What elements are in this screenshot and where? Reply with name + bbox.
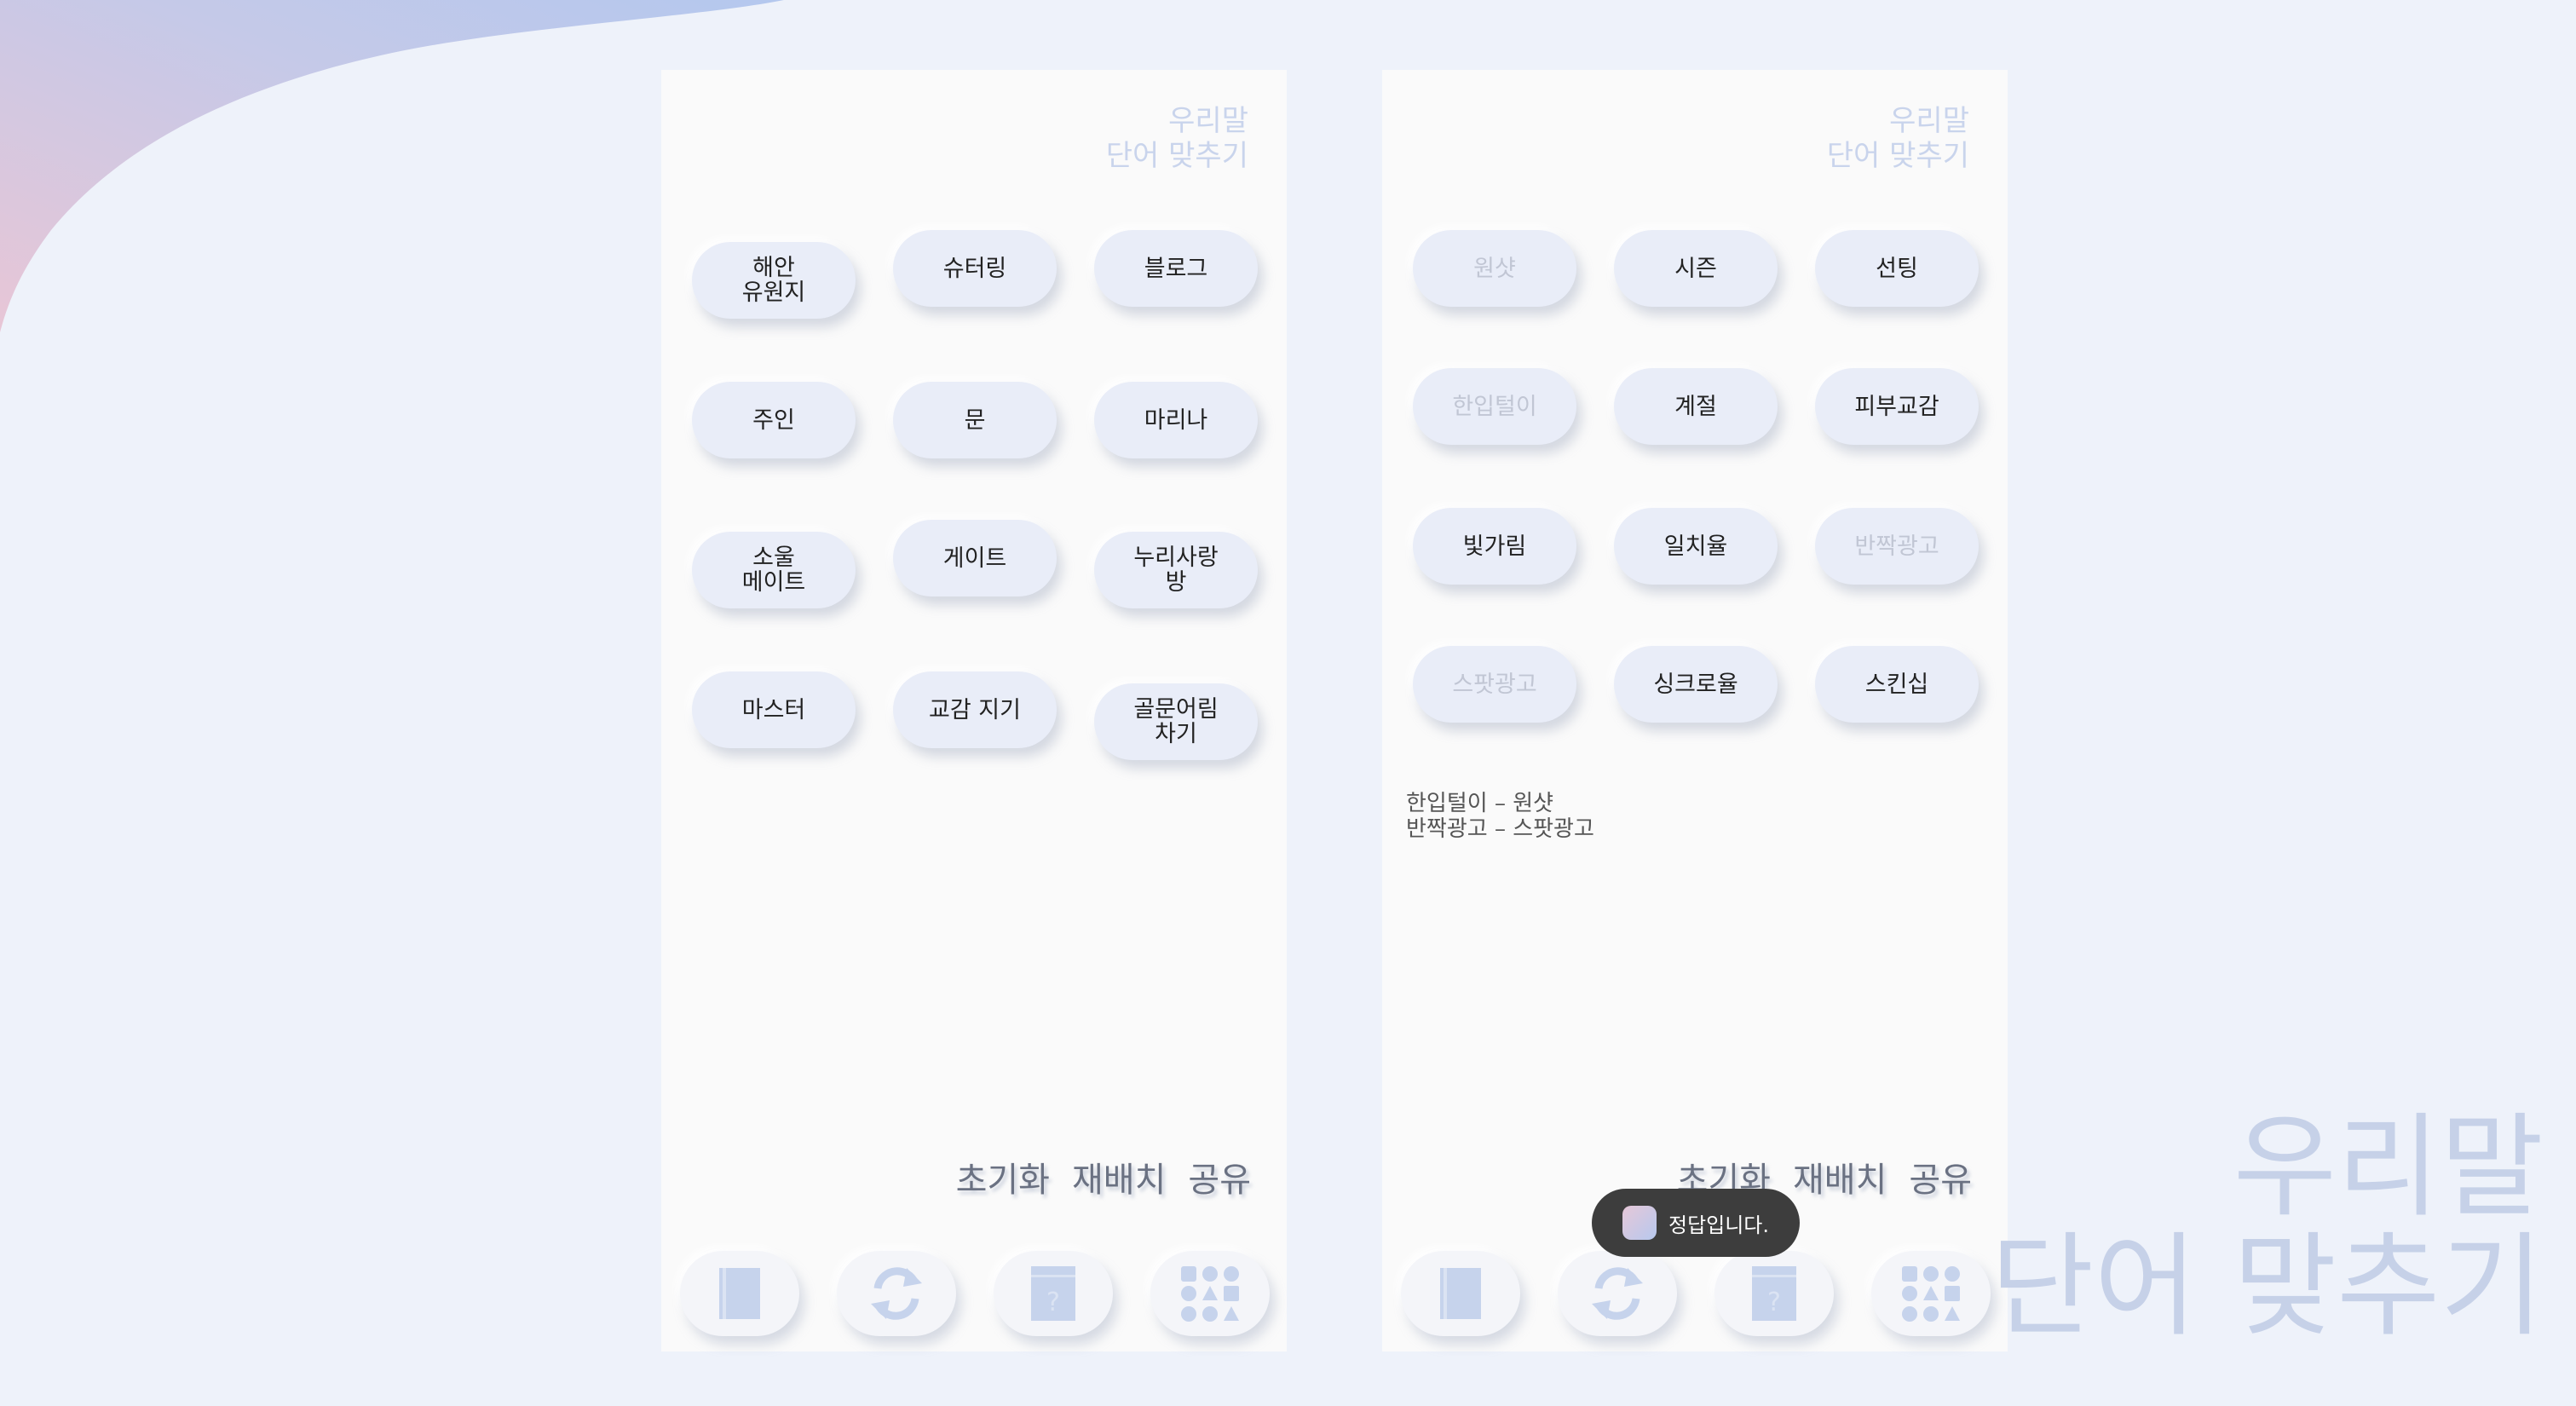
word-tile[interactable]: 스팟광고 <box>1413 646 1576 723</box>
shapes-grid-icon <box>1181 1266 1239 1322</box>
toast-message: 정답입니다. <box>1668 1213 1770 1237</box>
app-title-line1: 우리말 <box>1889 104 1969 138</box>
left-game-screen: 우리말 단어 맞추기 해안 유원지 슈터링 블로그 주인 문 마리나 소울 메이… <box>661 70 1287 1351</box>
help-card-icon: ? <box>1752 1266 1796 1321</box>
promo-title-line2: 단어 맞추기 <box>1990 1221 2544 1352</box>
reset-button[interactable]: 초기화 <box>956 1152 1050 1201</box>
word-tile[interactable]: 누리사랑 방 <box>1094 532 1258 608</box>
word-tile[interactable]: 계절 <box>1614 368 1778 445</box>
app-title: 우리말 단어 맞추기 <box>1106 104 1248 174</box>
app-title-line2: 단어 맞추기 <box>1826 139 1969 173</box>
shuffle-button[interactable]: 재배치 <box>1072 1152 1166 1201</box>
action-bar: 초기화 재배치 공유 <box>956 1152 1251 1201</box>
word-tile[interactable]: 싱크로율 <box>1614 646 1778 723</box>
word-tile[interactable]: 한입털이 <box>1413 368 1576 445</box>
word-tile[interactable]: 스킨십 <box>1815 646 1979 723</box>
word-tile[interactable]: 피부교감 <box>1815 368 1979 445</box>
nav-book-button[interactable] <box>680 1251 799 1336</box>
word-tile[interactable]: 슈터링 <box>893 230 1057 307</box>
word-tile[interactable]: 원샷 <box>1413 230 1576 307</box>
word-tile[interactable]: 빛가림 <box>1413 508 1576 585</box>
share-button[interactable]: 공유 <box>1909 1152 1972 1201</box>
nav-help-button[interactable]: ? <box>994 1251 1113 1336</box>
app-title-line2: 단어 맞추기 <box>1105 139 1248 173</box>
promo-title: 우리말 단어 맞추기 <box>1991 1108 2544 1346</box>
svg-text:?: ? <box>1046 1288 1060 1317</box>
word-tile[interactable]: 마스터 <box>692 671 856 748</box>
word-tile[interactable]: 게이트 <box>893 520 1057 596</box>
matched-pair: 반짝광고 – 스팟광고 <box>1406 816 1594 842</box>
right-game-screen: 우리말 단어 맞추기 원샷 시즌 선팅 한입털이 계절 피부교감 빛가림 일치율… <box>1382 70 2008 1351</box>
promo-title-line1: 우리말 <box>2233 1102 2544 1233</box>
share-button[interactable]: 공유 <box>1188 1152 1251 1201</box>
book-icon <box>1440 1268 1481 1319</box>
app-stage: 우리말 단어 맞추기 해안 유원지 슈터링 블로그 주인 문 마리나 소울 메이… <box>0 0 2576 1406</box>
shuffle-button[interactable]: 재배치 <box>1793 1152 1887 1201</box>
matched-pair: 한입털이 – 원샷 <box>1406 791 1554 816</box>
word-tile[interactable]: 교감 지기 <box>893 671 1057 748</box>
word-tile[interactable]: 해안 유원지 <box>692 242 856 319</box>
app-title: 우리말 단어 맞추기 <box>1827 104 1969 174</box>
toast-notification: 정답입니다. <box>1592 1189 1800 1257</box>
book-icon <box>719 1268 760 1319</box>
word-tile[interactable]: 반짝광고 <box>1815 508 1979 585</box>
nav-refresh-button[interactable] <box>1558 1251 1677 1336</box>
nav-refresh-button[interactable] <box>837 1251 956 1336</box>
app-title-line1: 우리말 <box>1168 104 1248 138</box>
word-tile[interactable]: 시즌 <box>1614 230 1778 307</box>
nav-games-button[interactable] <box>1150 1251 1270 1336</box>
help-card-icon: ? <box>1031 1266 1075 1321</box>
shapes-grid-icon <box>1902 1266 1960 1322</box>
matched-pairs-list: 한입털이 – 원샷 반짝광고 – 스팟광고 <box>1406 791 1594 842</box>
nav-help-button[interactable]: ? <box>1714 1251 1834 1336</box>
word-tile[interactable]: 문 <box>893 382 1057 458</box>
word-tile[interactable]: 골문어림 차기 <box>1094 683 1258 760</box>
word-tile[interactable]: 일치율 <box>1614 508 1778 585</box>
nav-games-button[interactable] <box>1871 1251 1991 1336</box>
word-tile[interactable]: 주인 <box>692 382 856 458</box>
svg-text:?: ? <box>1767 1288 1781 1317</box>
app-logo-icon <box>1622 1206 1657 1240</box>
nav-book-button[interactable] <box>1401 1251 1520 1336</box>
word-tile[interactable]: 선팅 <box>1815 230 1979 307</box>
word-tile[interactable]: 마리나 <box>1094 382 1258 458</box>
word-tile[interactable]: 블로그 <box>1094 230 1258 307</box>
refresh-icon <box>871 1267 922 1320</box>
refresh-icon <box>1592 1267 1643 1320</box>
word-tile[interactable]: 소울 메이트 <box>692 532 856 608</box>
